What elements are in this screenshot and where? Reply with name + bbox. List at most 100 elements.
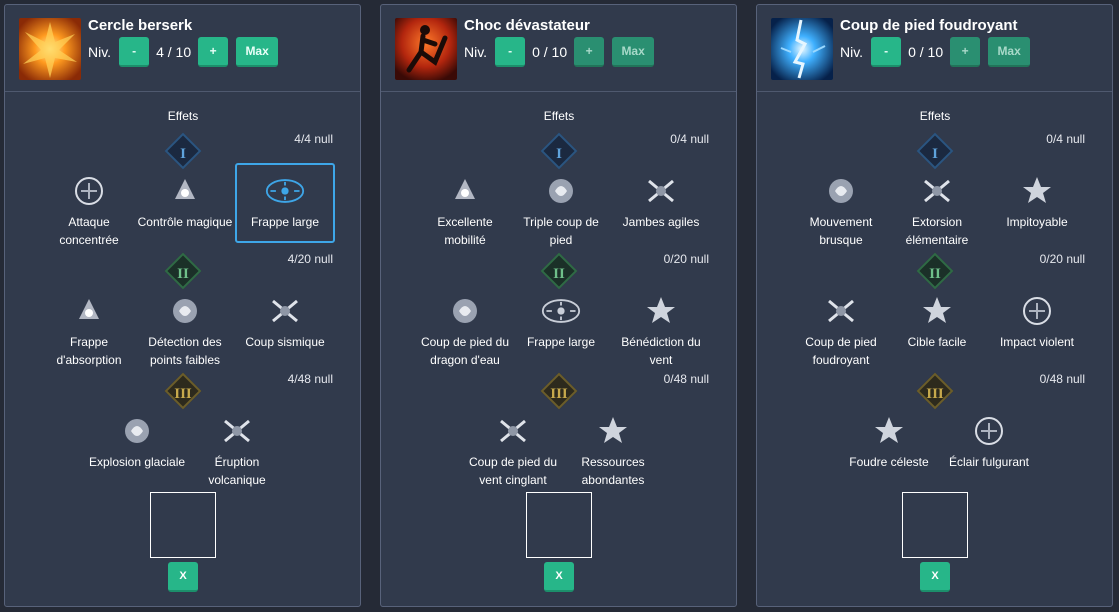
abundant-resources-icon [593, 411, 633, 451]
effect-node[interactable]: Ressources abondantes [563, 411, 663, 489]
effect-node[interactable]: Triple coup de pied [511, 171, 611, 249]
tier-badge: I [916, 132, 954, 170]
clear-slot-button[interactable]: X [544, 562, 574, 592]
panel-header: Choc dévastateur Niv. -0 / 10 + Max [381, 5, 736, 92]
level-value: 0 / 10 [908, 44, 944, 60]
effect-label-line: Contrôle magique [137, 215, 233, 229]
tier-points-count: 4/4 null [294, 132, 333, 146]
max-level-button[interactable]: Max [612, 37, 655, 67]
tier-points-count: 0/20 null [663, 252, 709, 266]
increase-level-button[interactable]: + [950, 37, 981, 67]
effect-label-line: Jambes agiles [622, 215, 700, 229]
skill-title: Coup de pied foudroyant [840, 17, 1018, 34]
lightning-kick-icon [771, 18, 833, 80]
effect-label-line: élémentaire [905, 233, 969, 247]
tier-badge: II [164, 252, 202, 290]
effect-node[interactable]: Mouvement brusque [791, 171, 891, 249]
tier-numeral: II [177, 265, 189, 282]
tier-numeral: III [174, 385, 192, 402]
effect-label-line: Ressources [581, 455, 645, 469]
effect-label-line: volcanique [208, 473, 266, 487]
effect-node[interactable]: Éruption volcanique [187, 411, 287, 489]
tier-numeral: III [550, 385, 568, 402]
decrease-level-button[interactable]: - [871, 37, 902, 67]
ruthless-icon [1017, 171, 1057, 211]
agile-legs-icon [641, 171, 681, 211]
skill-title: Choc dévastateur [464, 17, 590, 34]
effect-label-line: foudroyant [812, 353, 870, 367]
effect-label-line: concentrée [59, 233, 119, 247]
effect-node[interactable]: Impitoyable [987, 171, 1087, 231]
effect-node[interactable]: Attaque concentrée [39, 171, 139, 249]
effect-node[interactable]: Coup de pied du vent cinglant [463, 411, 563, 489]
effect-node[interactable]: Extorsion élémentaire [887, 171, 987, 249]
effect-label-line: Coup sismique [245, 335, 325, 349]
effect-label-line: Excellente [437, 215, 493, 229]
tier-numeral: III [926, 385, 944, 402]
effect-label-line: dragon d'eau [430, 353, 500, 367]
effect-label-line: Mouvement [809, 215, 873, 229]
effects-heading: Effets [919, 109, 951, 123]
effect-node[interactable]: Frappe large [235, 171, 335, 231]
skill-panel: Choc dévastateur Niv. -0 / 10 + Max Effets I 0/… [380, 4, 737, 607]
effect-label-line: Impact violent [999, 335, 1075, 349]
tier-badge: II [540, 252, 578, 290]
tier-numeral: II [553, 265, 565, 282]
tier-badge: I [164, 132, 202, 170]
max-level-button[interactable]: Max [988, 37, 1031, 67]
effect-node[interactable]: Contrôle magique [135, 171, 235, 231]
level-controls: Niv. -0 / 10 + Max [464, 37, 655, 67]
decrease-level-button[interactable]: - [495, 37, 526, 67]
concentrated-attack-icon [69, 171, 109, 211]
decrease-level-button[interactable]: - [119, 37, 150, 67]
effect-node[interactable]: Coup sismique [235, 291, 335, 351]
biting-wind-kick-icon [493, 411, 533, 451]
wind-blessing-icon [641, 291, 681, 331]
effects-heading: Effets [543, 109, 575, 123]
tier-points-count: 0/48 null [663, 372, 709, 386]
effect-node[interactable]: Détection des points faibles [135, 291, 235, 369]
effect-node[interactable]: Frappe large [511, 291, 611, 351]
effect-node[interactable]: Coup de pied du dragon d'eau [415, 291, 515, 369]
effect-label-line: Frappe large [526, 335, 596, 349]
effect-label-line: mobilité [444, 233, 486, 247]
effect-label-line: vent [649, 353, 673, 367]
magic-control-icon [165, 171, 205, 211]
celestial-lightning-icon [869, 411, 909, 451]
effect-node[interactable]: Foudre céleste [839, 411, 939, 471]
increase-level-button[interactable]: + [574, 37, 605, 67]
clear-slot-button[interactable]: X [168, 562, 198, 592]
effect-label-line: Frappe [69, 335, 109, 349]
elemental-extortion-icon [917, 171, 957, 211]
level-controls: Niv. -4 / 10 + Max [88, 37, 279, 67]
dazzling-flash-icon [969, 411, 1009, 451]
level-label: Niv. [840, 44, 864, 60]
increase-level-button[interactable]: + [198, 37, 229, 67]
panel-header: Coup de pied foudroyant Niv. -0 / 10 + Max [757, 5, 1112, 92]
effect-label-line: Attaque [68, 215, 110, 229]
effect-label-line: d'absorption [56, 353, 122, 367]
effect-node[interactable]: Impact violent [987, 291, 1087, 351]
clear-slot-button[interactable]: X [920, 562, 950, 592]
effect-node[interactable]: Éclair fulgurant [939, 411, 1039, 471]
empty-rune-slot[interactable] [902, 492, 968, 558]
effect-node[interactable]: Excellente mobilité [415, 171, 515, 249]
effect-label-line: abondantes [581, 473, 645, 487]
empty-rune-slot[interactable] [150, 492, 216, 558]
skill-panel: Cercle berserk Niv. -4 / 10 + Max Effets I 4/4 … [4, 4, 361, 607]
absorption-strike-icon [69, 291, 109, 331]
effect-node[interactable]: Coup de pied foudroyant [791, 291, 891, 369]
weak-point-detection-icon [165, 291, 205, 331]
level-label: Niv. [88, 44, 112, 60]
glacial-explosion-icon [117, 411, 157, 451]
effect-node[interactable]: Cible facile [887, 291, 987, 351]
max-level-button[interactable]: Max [236, 37, 279, 67]
effect-node[interactable]: Jambes agiles [611, 171, 711, 231]
violent-impact-icon [1017, 291, 1057, 331]
wide-strike-icon [265, 171, 305, 211]
effect-node[interactable]: Frappe d'absorption [39, 291, 139, 369]
effect-node[interactable]: Explosion glaciale [87, 411, 187, 471]
effect-label-line: Foudre céleste [849, 455, 929, 469]
effect-node[interactable]: Bénédiction du vent [611, 291, 711, 369]
empty-rune-slot[interactable] [526, 492, 592, 558]
